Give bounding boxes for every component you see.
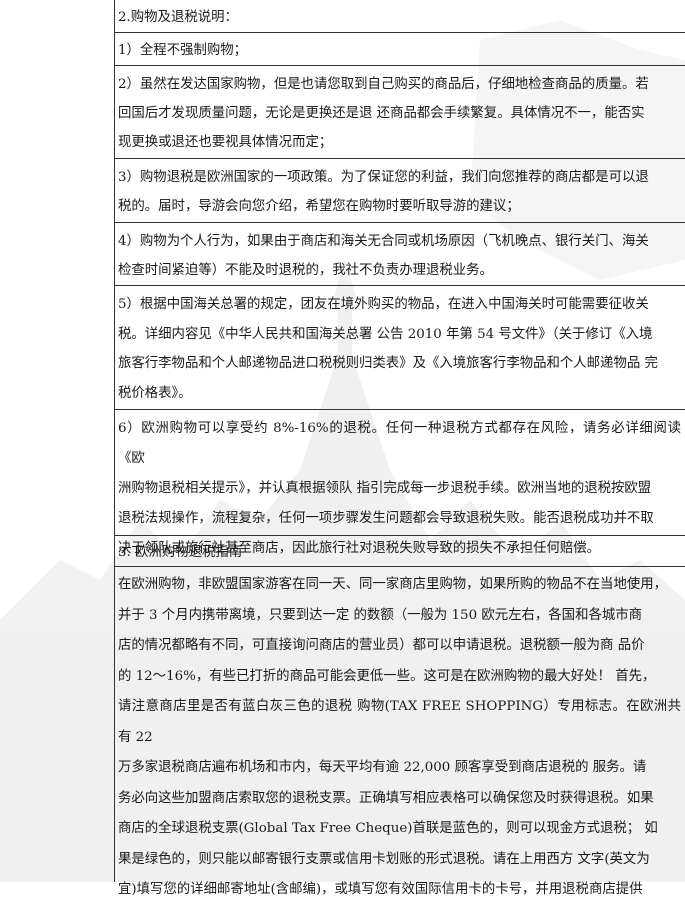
item-2: 2）虽然在发达国家购物，但是也请您取到自己购买的商品后，仔细地检查商品的质量。若… <box>114 66 685 159</box>
item-1: 1）全程不强制购物； <box>114 33 685 66</box>
item-4: 4）购物为个人行为，如果由于商店和海关无合同或机场原因（飞机晚点、银行关门、海关… <box>114 223 685 286</box>
item-6: 6）欧洲购物可以享受约 8%-16%的退税。任何一种退税方式都存在风险，请务必详… <box>114 410 685 556</box>
refund-guide-paragraph: 在欧洲购物，非欧盟国家游客在同一天、同一家商店里购物，如果所购的物品不在当地使用… <box>118 577 681 897</box>
section-heading-shopping-refund: 2.购物及退税说明： <box>114 0 685 33</box>
document-page: 2.购物及退税说明： 1）全程不强制购物； 2）虽然在发达国家购物，但是也请您取… <box>0 0 685 897</box>
content-column: 2.购物及退税说明： 1）全程不强制购物； 2）虽然在发达国家购物，但是也请您取… <box>114 0 685 897</box>
item-5: 5）根据中国海关总署的规定，团友在境外购买的物品，在进入中国海关时可能需要征收关… <box>114 286 685 410</box>
item-3: 3）购物退税是欧洲国家的一项政策。为了保证您的利益，我们向您推荐的商店都是可以退… <box>114 159 685 223</box>
section-heading-refund-guide: 3. 欧洲购物退税指南 <box>114 536 685 567</box>
left-label-column <box>0 0 115 882</box>
